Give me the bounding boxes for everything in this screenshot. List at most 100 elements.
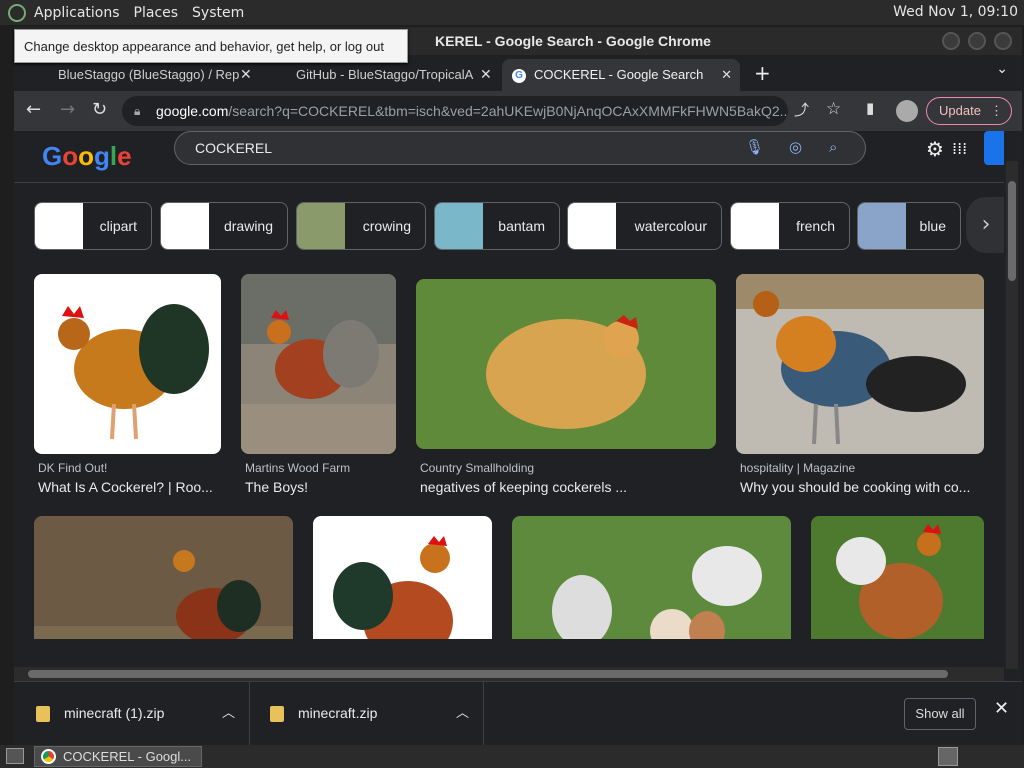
search-query: COCKEREL [195,140,273,156]
result-source[interactable]: hospitality | Magazine [740,461,855,475]
tab-cockerel[interactable]: G COCKEREL - Google Search ✕ [502,59,740,91]
close-window-button[interactable] [994,32,1012,50]
rooster-image [486,315,646,429]
back-icon[interactable]: ← [26,99,41,120]
rooster-image [34,550,293,639]
google-doodle-logo[interactable]: Google [42,141,132,172]
workspace-switcher[interactable] [938,747,958,766]
result-image[interactable] [34,516,293,639]
result-image[interactable] [34,274,221,454]
update-button[interactable]: Update ⋮ [926,97,1012,125]
settings-gear-icon[interactable]: ⚙ [926,137,944,161]
result-image[interactable] [811,516,984,639]
clock[interactable]: Wed Nov 1, 09:10 [893,4,1018,20]
download-item[interactable]: minecraft.zip ︿ [250,682,484,746]
search-input[interactable]: COCKEREL 🎙︎ ◎ ⌕ [174,131,866,165]
downloads-bar: minecraft (1).zip ︿ minecraft.zip ︿ Show… [14,681,1022,746]
reload-icon[interactable]: ↻ [92,99,107,120]
download-item[interactable]: minecraft (1).zip ︿ [14,682,250,746]
sign-in-button[interactable] [984,131,1004,165]
browser-toolbar: ← → ↻ 🔒︎ google.com/search?q=COCKEREL&tb… [14,91,1022,131]
result-image[interactable] [416,279,716,449]
update-label: Update [939,103,981,118]
profile-avatar-icon[interactable] [896,100,918,122]
side-panel-icon[interactable]: ▮ [866,99,874,117]
chevron-up-icon[interactable]: ︿ [222,682,235,744]
chip-thumbnail [435,203,483,249]
chip-thumbnail [568,203,616,249]
taskbar-window-label: COCKEREL - Googl... [63,749,192,764]
close-downloads-icon[interactable]: ✕ [994,698,1009,719]
voice-search-icon[interactable]: 🎙︎ [745,132,764,164]
chip-thumbnail [858,203,906,249]
google-favicon-icon: G [512,68,526,83]
result-title[interactable]: Why you should be cooking with co... [740,479,980,495]
close-tab-icon[interactable]: ✕ [480,59,492,91]
chip-label: bantam [498,218,545,234]
rooster-image [241,274,396,454]
chrome-window: KEREL - Google Search - Google Chrome Bl… [14,27,1022,746]
tab-label: GitHub - BlueStaggo/TropicalA [296,67,474,82]
chip-bantam[interactable]: bantam [434,202,560,250]
result-image[interactable] [736,274,984,454]
maximize-button[interactable] [968,32,986,50]
rooster-image [736,274,984,445]
chip-label: french [796,218,835,234]
share-icon[interactable]: ⤴ [794,99,809,120]
distro-logo-icon[interactable] [8,3,26,22]
search-icon[interactable]: ⌕ [829,132,837,164]
chip-blue[interactable]: blue [857,202,961,250]
result-image[interactable] [512,516,791,639]
chip-french[interactable]: french [730,202,850,250]
forward-icon[interactable]: → [60,99,75,120]
top-panel: Applications Places System Wed Nov 1, 09… [0,0,1024,25]
result-source[interactable]: DK Find Out! [38,461,107,475]
lens-icon[interactable]: ◎ [789,132,802,164]
chip-thumbnail [731,203,779,249]
chip-drawing[interactable]: drawing [160,202,288,250]
zip-file-icon [270,706,284,723]
chip-label: clipart [99,218,137,234]
chips-next-chevron-icon[interactable]: › [966,197,1004,253]
result-title[interactable]: The Boys! [245,479,395,495]
result-title[interactable]: negatives of keeping cockerels ... [420,479,710,495]
url-host: google.com [156,103,229,119]
chip-label: crowing [362,218,411,234]
rooster-image [836,524,943,639]
lock-icon[interactable]: 🔒︎ [134,96,140,126]
tab-label: BlueStaggo (BlueStaggo) / Rep [58,67,240,82]
tab-search-icon[interactable]: ⌄ [996,61,1008,77]
vertical-scrollbar[interactable] [1006,161,1018,669]
chip-thumbnail [35,203,83,249]
horizontal-scrollbar[interactable] [14,667,1004,681]
menu-system[interactable]: System [192,5,244,21]
show-desktop-icon[interactable] [6,748,24,764]
chip-clipart[interactable]: clipart [34,202,152,250]
address-bar[interactable]: 🔒︎ google.com/search?q=COCKEREL&tbm=isch… [122,96,788,126]
chevron-up-icon[interactable]: ︿ [456,682,469,744]
apps-grid-icon[interactable]: ⁞⁞⁞ [952,139,967,158]
menu-dots-icon[interactable]: ⋮ [990,98,1003,124]
chip-crowing[interactable]: crowing [296,202,426,250]
chip-watercolour[interactable]: watercolour [567,202,722,250]
google-header: Google COCKEREL 🎙︎ ◎ ⌕ ⚙ ⁞⁞⁞ [14,131,1004,183]
chip-label: blue [919,218,946,234]
bookmark-star-icon[interactable]: ☆ [826,99,841,119]
result-title[interactable]: What Is A Cockerel? | Roo... [38,479,218,495]
show-all-button[interactable]: Show all [904,698,976,730]
menu-applications[interactable]: Applications [34,5,120,21]
scroll-thumb[interactable] [1008,181,1016,281]
rooster-image [333,536,453,639]
close-tab-icon[interactable]: ✕ [721,59,732,91]
result-source[interactable]: Country Smallholding [420,461,534,475]
download-name: minecraft (1).zip [64,705,165,721]
new-tab-button[interactable]: + [754,59,771,87]
taskbar-window-button[interactable]: COCKEREL - Googl... [34,746,202,767]
result-image[interactable] [313,516,492,639]
result-source[interactable]: Martins Wood Farm [245,461,350,475]
chip-label: watercolour [634,218,707,234]
minimize-button[interactable] [942,32,960,50]
result-image[interactable] [241,274,396,454]
scroll-thumb[interactable] [28,670,948,678]
menu-places[interactable]: Places [134,5,179,21]
